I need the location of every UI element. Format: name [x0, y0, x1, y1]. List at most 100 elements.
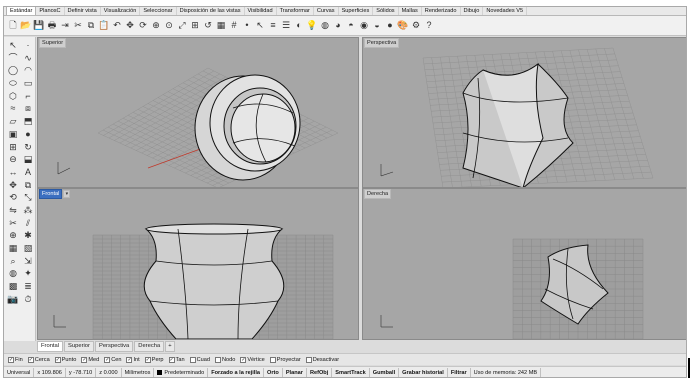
- status-toggle[interactable]: Planar: [283, 367, 307, 377]
- status-toggle[interactable]: Grabar historial: [399, 367, 448, 377]
- viewport-superior[interactable]: Superior: [37, 37, 359, 188]
- undo-view-icon[interactable]: ↺: [202, 20, 214, 32]
- osnap-checkbox[interactable]: ✓: [54, 356, 61, 363]
- curve-tool-icon[interactable]: ∿: [22, 53, 34, 64]
- status-toggle[interactable]: Filtrar: [448, 367, 471, 377]
- mirror-icon[interactable]: ⇋: [7, 205, 19, 216]
- viewport-title-label[interactable]: Frontal: [39, 189, 63, 199]
- osnap-checkbox[interactable]: ✓: [144, 356, 151, 363]
- material-icon[interactable]: ◕: [332, 20, 344, 32]
- analyze-icon[interactable]: ⌕: [7, 256, 19, 267]
- copy-tool-icon[interactable]: ⧉: [22, 180, 34, 191]
- viewport-title[interactable]: Perspectiva: [364, 38, 400, 48]
- status-toggle[interactable]: RefObj: [307, 367, 333, 377]
- osnap-checkbox[interactable]: [305, 356, 312, 363]
- join-icon[interactable]: ⊕: [7, 230, 19, 241]
- shaded-icon[interactable]: ◐: [293, 20, 305, 32]
- osnap-option[interactable]: ✓ Fin: [8, 356, 23, 363]
- status-units[interactable]: Milímetros: [122, 367, 155, 377]
- new-file-icon[interactable]: 🗋: [7, 20, 19, 32]
- snapshot-icon[interactable]: 📷: [7, 294, 19, 305]
- toolbar-tab[interactable]: Curvas: [314, 7, 339, 15]
- rotate-view-icon[interactable]: ⟳: [137, 20, 149, 32]
- boolean-icon[interactable]: ⊖: [7, 154, 19, 165]
- viewport-derecha[interactable]: Derecha: [362, 188, 686, 340]
- osnap-checkbox[interactable]: ✓: [27, 356, 34, 363]
- toolbar-tab[interactable]: Sólidos: [373, 7, 399, 15]
- viewport-tab[interactable]: Derecha: [134, 340, 165, 352]
- rectangle-icon[interactable]: ▭: [22, 78, 34, 89]
- toolbar-tab[interactable]: Seleccionar: [140, 7, 177, 15]
- properties-icon[interactable]: ☰: [280, 20, 292, 32]
- mesh-icon[interactable]: ⊞: [7, 142, 19, 153]
- group-icon[interactable]: ▦: [7, 243, 19, 254]
- import-icon[interactable]: ⇥: [59, 20, 71, 32]
- viewport-title[interactable]: Derecha: [364, 189, 392, 199]
- toolbar-tab[interactable]: Visualización: [101, 7, 141, 15]
- osnap-option[interactable]: ✓ Punto: [54, 356, 76, 363]
- box-icon[interactable]: ▣: [7, 129, 19, 140]
- layer-tool-icon[interactable]: ≣: [22, 281, 34, 292]
- status-toggle[interactable]: Gumball: [370, 367, 400, 377]
- dimension-icon[interactable]: ↔: [7, 167, 19, 178]
- boolean-union-icon[interactable]: ◉: [358, 20, 370, 32]
- osnap-checkbox[interactable]: ✓: [240, 356, 247, 363]
- viewport-frontal[interactable]: Frontal ▾: [37, 188, 359, 340]
- split-icon[interactable]: ⫽: [22, 218, 34, 229]
- history-icon[interactable]: ⏱: [22, 294, 34, 305]
- copy-icon[interactable]: ⧉: [85, 20, 97, 32]
- light-tool-icon[interactable]: ✦: [22, 268, 34, 279]
- help-icon[interactable]: ?: [423, 20, 435, 32]
- polyline-icon[interactable]: ⌒: [7, 53, 19, 64]
- array-icon[interactable]: ⁂: [22, 205, 34, 216]
- osnap-checkbox[interactable]: ✓: [126, 356, 133, 363]
- paint-icon[interactable]: 🎨: [397, 20, 409, 32]
- status-toggle[interactable]: SmartTrack: [332, 367, 370, 377]
- point-icon[interactable]: •: [241, 20, 253, 32]
- extrude-icon[interactable]: ⬒: [22, 116, 34, 127]
- status-layer[interactable]: Predeterminado: [154, 367, 209, 377]
- viewport-menu-dropdown[interactable]: ▾: [63, 190, 71, 198]
- ellipse-icon[interactable]: ⬭: [7, 78, 19, 89]
- ungroup-icon[interactable]: ▧: [22, 243, 34, 254]
- viewport-tab[interactable]: Perspectiva: [94, 340, 134, 352]
- osnap-checkbox[interactable]: [269, 356, 276, 363]
- rotate-icon[interactable]: ⟲: [7, 192, 19, 203]
- pan-icon[interactable]: ✥: [124, 20, 136, 32]
- toolbar-tab[interactable]: Mallas: [399, 7, 422, 15]
- print-icon[interactable]: 🖶: [46, 20, 58, 32]
- shell-icon[interactable]: ⬓: [22, 154, 34, 165]
- osnap-checkbox[interactable]: [189, 356, 196, 363]
- trim-icon[interactable]: ✂: [7, 218, 19, 229]
- zoom-window-icon[interactable]: ⊕: [150, 20, 162, 32]
- osnap-option[interactable]: ✓ Int: [126, 356, 140, 363]
- options-icon[interactable]: ⚙: [410, 20, 422, 32]
- save-icon[interactable]: 💾: [33, 20, 45, 32]
- osnap-option[interactable]: ✓ Perp: [144, 356, 164, 363]
- sphere-icon[interactable]: ●: [384, 20, 396, 32]
- status-toggle[interactable]: Forzado a la rejilla: [208, 367, 265, 377]
- toolbar-tab[interactable]: Renderizado: [422, 7, 461, 15]
- free-curve-icon[interactable]: ≈: [7, 103, 19, 114]
- offset-icon[interactable]: ⧈: [22, 103, 34, 114]
- toolbar-tab[interactable]: Novedades V5: [483, 7, 528, 15]
- osnap-option[interactable]: Proyectar: [269, 356, 301, 363]
- viewport-tab[interactable]: Frontal: [37, 340, 64, 352]
- osnap-checkbox[interactable]: ✓: [8, 356, 14, 363]
- arc-icon[interactable]: ◠: [22, 65, 34, 76]
- osnap-option[interactable]: Desactivar: [305, 356, 339, 363]
- toolbar-tab[interactable]: PlanosC: [36, 7, 65, 15]
- toolbar-tab[interactable]: Visibilidad: [245, 7, 277, 15]
- viewport-tab[interactable]: Superior: [64, 340, 94, 352]
- osnap-option[interactable]: ✓ Med: [81, 356, 99, 363]
- viewport-title[interactable]: Frontal ▾: [39, 189, 71, 199]
- toolbar-tab[interactable]: Superficies: [339, 7, 374, 15]
- osnap-checkbox[interactable]: ✓: [168, 356, 175, 363]
- osnap-option[interactable]: Cuad: [189, 356, 210, 363]
- circle-icon[interactable]: ◯: [7, 65, 19, 76]
- select-arrow-icon[interactable]: ↖: [7, 40, 19, 51]
- osnap-option[interactable]: ✓ Tan: [168, 356, 185, 363]
- osnap-option[interactable]: Nodo: [214, 356, 235, 363]
- render-tool-icon[interactable]: ◍: [7, 268, 19, 279]
- fillet-icon[interactable]: ⌐: [22, 91, 34, 102]
